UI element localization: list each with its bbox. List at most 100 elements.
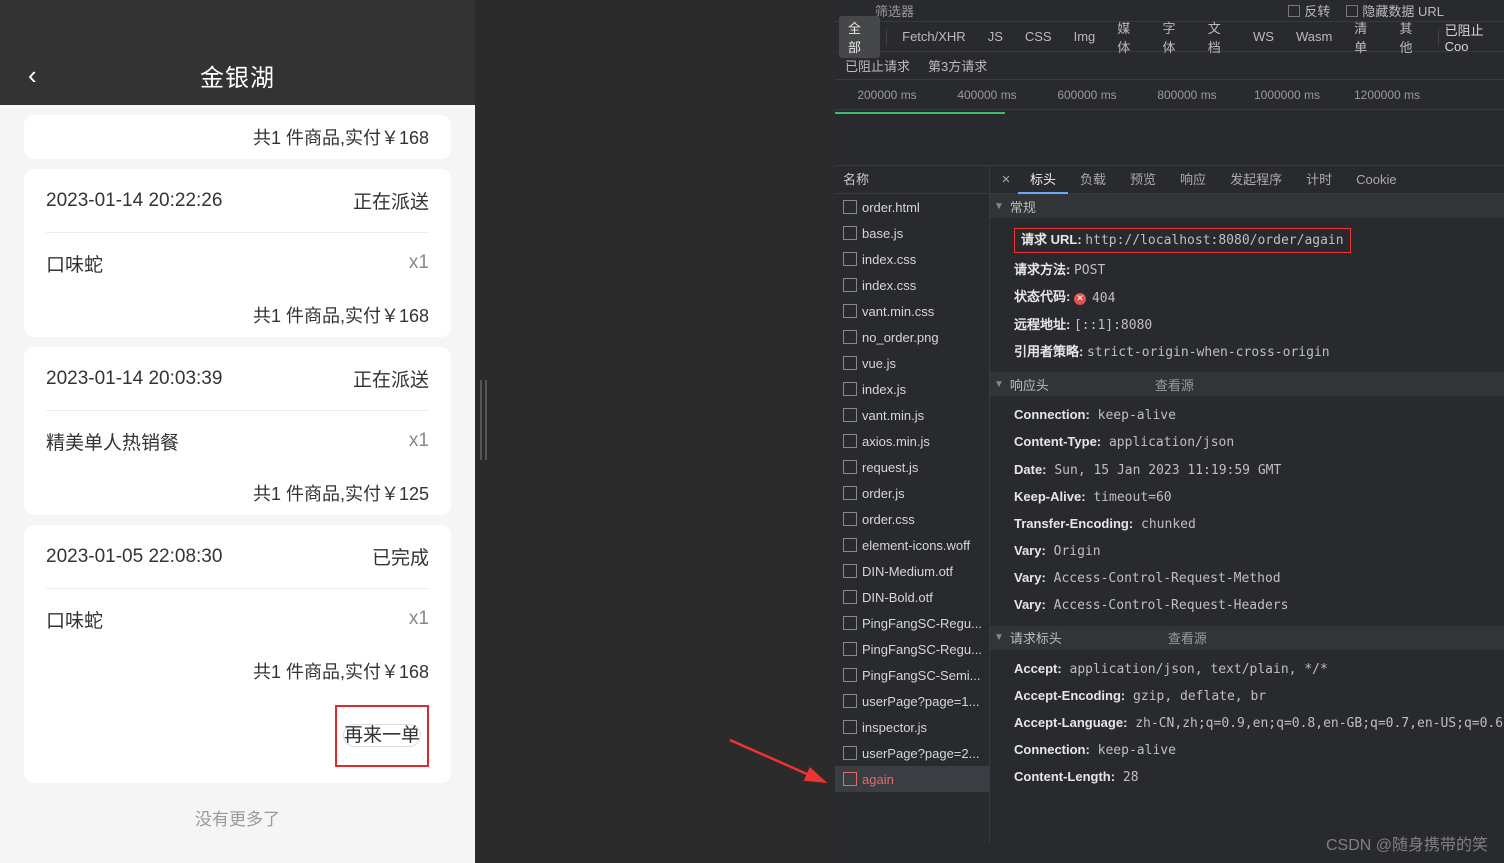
remote-addr-value: [::1]:8080 [1074,318,1152,333]
filter-other[interactable]: 其他 [1391,16,1432,58]
request-row[interactable]: base.js [835,220,989,246]
request-row[interactable]: PingFangSC-Semi... [835,662,989,688]
tab-initiator[interactable]: 发起程序 [1218,166,1294,194]
section-request-headers[interactable]: ▼请求标头查看源 [990,626,1504,650]
section-general[interactable]: ▼常规 [990,194,1504,218]
file-icon [843,590,857,604]
section-response-headers[interactable]: ▼响应头查看源 [990,372,1504,396]
file-icon [843,564,857,578]
status-error-icon: ✕ [1074,293,1086,305]
header-value: Access-Control-Request-Method [1046,571,1281,586]
order-status: 正在派送 [353,365,429,392]
filter-doc[interactable]: 文档 [1199,16,1240,58]
file-icon [843,720,857,734]
request-row[interactable]: vant.min.css [835,298,989,324]
back-icon[interactable]: ‹ [28,60,37,91]
file-icon [843,486,857,500]
filter-js[interactable]: JS [979,27,1012,46]
order-line-item: 口味蛇 x1 [46,233,429,293]
request-row[interactable]: inspector.js [835,714,989,740]
order-time: 2023-01-14 20:22:26 [46,190,222,212]
request-name: index.css [862,252,916,267]
request-row[interactable]: userPage?page=2... [835,740,989,766]
thirdparty-checkbox[interactable]: 第3方请求 [928,56,987,75]
request-row[interactable]: index.css [835,246,989,272]
item-name: 口味蛇 [46,606,103,633]
file-icon [843,512,857,526]
filter-css[interactable]: CSS [1016,27,1061,46]
tab-response[interactable]: 响应 [1168,166,1218,194]
request-detail-column: × 标头 负载 预览 响应 发起程序 计时 Cookie ▼常规 请求 URL:… [990,166,1504,843]
header-value: keep-alive [1090,408,1176,423]
request-name: vant.min.css [862,304,934,319]
request-row[interactable]: PingFangSC-Regu... [835,636,989,662]
tab-cookie[interactable]: Cookie [1344,166,1408,194]
filter-img[interactable]: Img [1065,27,1105,46]
order-summary: 共1 件商品,实付￥168 [46,293,429,337]
filter-media[interactable]: 媒体 [1108,16,1149,58]
tab-headers[interactable]: 标头 [1018,166,1068,194]
filter-ws[interactable]: WS [1244,27,1283,46]
request-row[interactable]: no_order.png [835,324,989,350]
filter-fetch[interactable]: Fetch/XHR [893,27,975,46]
request-name: index.css [862,278,916,293]
reorder-button[interactable]: 再来一单 [343,724,421,747]
tab-preview[interactable]: 预览 [1118,166,1168,194]
file-icon [843,382,857,396]
order-header: 2023-01-14 20:22:26 正在派送 [46,169,429,233]
blocked-req-checkbox[interactable]: 已阻止请求 [845,56,910,75]
request-row[interactable]: order.css [835,506,989,532]
order-summary: 共1 件商品,实付￥168 [46,649,429,693]
blocked-cookies-checkbox[interactable]: 已阻止 Coo [1445,20,1504,54]
filter-all[interactable]: 全部 [839,16,880,58]
request-name: DIN-Medium.otf [862,564,953,579]
item-name: 口味蛇 [46,250,103,277]
order-time: 2023-01-05 22:08:30 [46,546,222,568]
request-row[interactable]: vue.js [835,350,989,376]
timeline-ruler[interactable]: 200000 ms 400000 ms 600000 ms 800000 ms … [835,80,1504,110]
file-icon [843,746,857,760]
request-row[interactable]: DIN-Medium.otf [835,558,989,584]
request-row[interactable]: again [835,766,989,792]
request-row[interactable]: vant.min.js [835,402,989,428]
request-name: index.js [862,382,906,397]
order-header: 2023-01-05 22:08:30 已完成 [46,525,429,589]
tab-timing[interactable]: 计时 [1294,166,1344,194]
order-actions: 再来一单 [46,693,429,783]
order-list[interactable]: 共1 件商品,实付￥168 2023-01-14 20:22:26 正在派送 口… [0,105,475,863]
order-summary: 共1 件商品,实付￥168 [46,115,429,159]
view-source-link[interactable]: 查看源 [1168,628,1207,647]
request-name: userPage?page=2... [862,746,979,761]
request-row[interactable]: order.js [835,480,989,506]
request-row[interactable]: DIN-Bold.otf [835,584,989,610]
request-row[interactable]: element-icons.woff [835,532,989,558]
file-icon [843,616,857,630]
filter-manifest[interactable]: 清单 [1345,16,1386,58]
request-row[interactable]: axios.min.js [835,428,989,454]
file-icon [843,772,857,786]
request-row[interactable]: request.js [835,454,989,480]
order-status: 已完成 [372,543,429,570]
header-value: timeout=60 [1086,490,1172,505]
tab-payload[interactable]: 负载 [1068,166,1118,194]
close-icon[interactable]: × [994,171,1018,188]
waterfall-overview[interactable] [835,110,1504,166]
order-header: 2023-01-14 20:03:39 正在派送 [46,347,429,411]
splitter-handle[interactable] [480,380,488,460]
file-icon [843,668,857,682]
file-icon [843,694,857,708]
request-row[interactable]: index.css [835,272,989,298]
detail-tabs: × 标头 负载 预览 响应 发起程序 计时 Cookie [990,166,1504,194]
filter-font[interactable]: 字体 [1154,16,1195,58]
request-row[interactable]: PingFangSC-Regu... [835,610,989,636]
request-name: order.html [862,200,920,215]
filter-wasm[interactable]: Wasm [1287,27,1341,46]
name-header: 名称 [835,166,989,194]
request-row[interactable]: userPage?page=1... [835,688,989,714]
request-row[interactable]: order.html [835,194,989,220]
request-row[interactable]: index.js [835,376,989,402]
order-card: 共1 件商品,实付￥168 [24,115,451,159]
invert-checkbox[interactable]: 反转 [1288,1,1330,20]
view-source-link[interactable]: 查看源 [1155,375,1194,394]
item-qty: x1 [409,608,429,630]
